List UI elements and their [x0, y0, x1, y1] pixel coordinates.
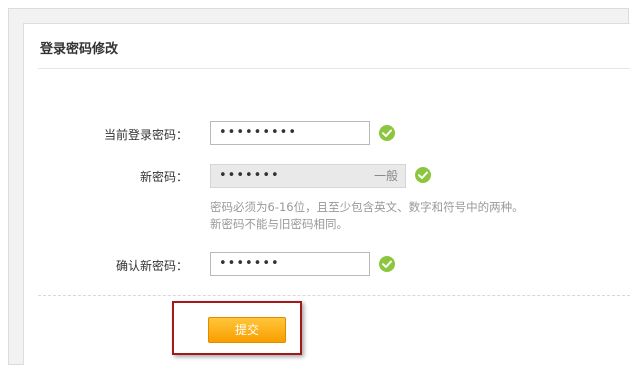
password-rule-hint: 密码必须为6-16位，且至少包含英文、数字和符号中的两种。 — [210, 200, 524, 214]
password-change-panel: 登录密码修改 当前登录密码： ••••••••• 新密码： ••••••• 一般… — [23, 23, 630, 365]
submit-button[interactable]: 提交 — [208, 317, 286, 343]
title-divider — [38, 68, 630, 69]
new-password-label: 新密码： — [139, 170, 188, 184]
current-password-label: 当前登录密码： — [103, 128, 188, 142]
new-password-value: ••••••• — [219, 168, 280, 183]
current-password-input[interactable]: ••••••••• — [210, 121, 370, 145]
password-diff-hint: 新密码不能与旧密码相同。 — [210, 217, 348, 231]
confirm-password-value: ••••••• — [219, 256, 280, 271]
confirm-password-input[interactable]: ••••••• — [210, 252, 370, 276]
form-divider — [38, 295, 630, 296]
current-password-check-icon — [379, 125, 395, 141]
confirm-password-label: 确认新密码： — [115, 259, 188, 273]
current-password-value: ••••••••• — [219, 125, 298, 140]
password-strength-indicator: 一般 — [373, 169, 398, 183]
confirm-password-check-icon — [379, 256, 395, 272]
new-password-check-icon — [415, 167, 431, 183]
panel-title: 登录密码修改 — [40, 42, 119, 57]
new-password-input[interactable]: ••••••• 一般 — [210, 164, 406, 188]
